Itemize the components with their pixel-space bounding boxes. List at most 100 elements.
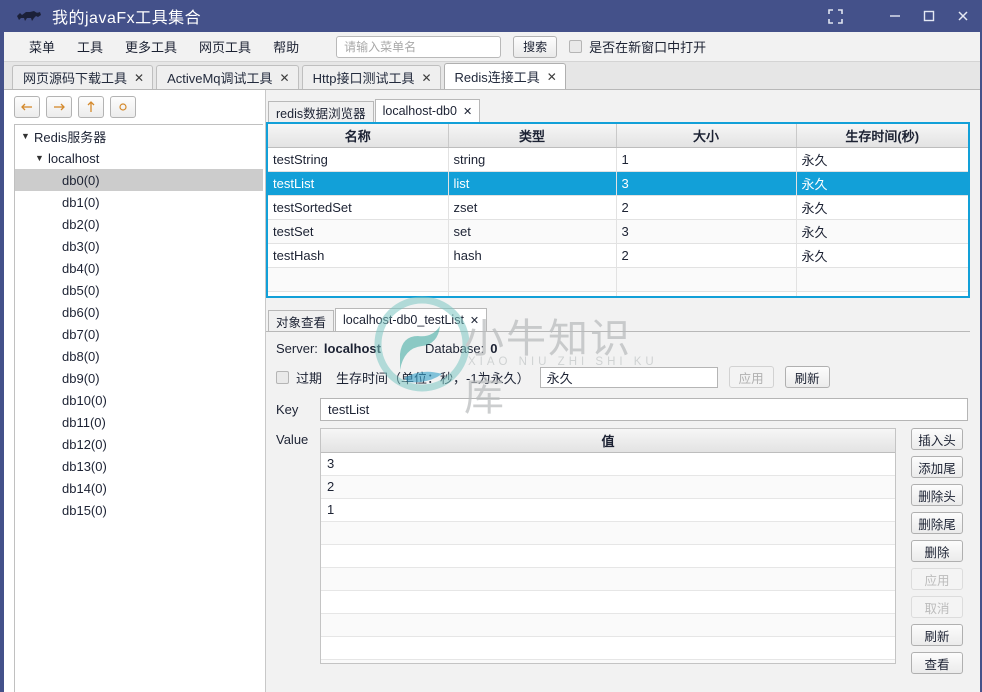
delete-button[interactable]: 删除 <box>911 540 963 562</box>
view-button[interactable]: 查看 <box>911 652 963 674</box>
cell-ttl: 永久 <box>796 219 968 244</box>
insert-head-button[interactable]: 插入头 <box>911 428 963 450</box>
tree-item-0[interactable]: ▼ Redis服务器 <box>15 125 263 147</box>
table-row[interactable] <box>268 267 968 292</box>
tree-item-8[interactable]: db6(0) <box>15 301 263 323</box>
keys-table-container[interactable]: 名称 类型 大小 生存时间(秒) testString string 1 永久 test… <box>266 122 970 298</box>
value-row-item[interactable] <box>321 613 895 637</box>
table-row[interactable]: testList list 3 永久 <box>268 171 968 196</box>
tree-item-13[interactable]: db11(0) <box>15 411 263 433</box>
bull-icon-svg <box>17 11 41 21</box>
value-row-item[interactable] <box>321 521 895 545</box>
application-window: 我的javaFx工具集合 菜单 工具 更多工具 网页工具 帮助 搜索 <box>0 0 982 692</box>
tree-item-3[interactable]: db1(0) <box>15 191 263 213</box>
ttl-input[interactable] <box>539 366 718 388</box>
detail-tab-0[interactable]: 对象查看 <box>268 310 335 331</box>
tree-item-11[interactable]: db9(0) <box>15 367 263 389</box>
tree-item-5[interactable]: db3(0) <box>15 235 263 257</box>
browser-tab-1[interactable]: localhost-db0 ✕ <box>374 99 481 122</box>
maximize-icon[interactable] <box>912 0 946 32</box>
value-column-header[interactable]: 值 <box>321 429 895 453</box>
close-icon[interactable] <box>946 0 980 32</box>
cell-size: 2 <box>616 195 797 220</box>
column-header-name[interactable]: 名称 <box>268 124 449 148</box>
forward-button[interactable] <box>46 96 72 118</box>
minimize-icon[interactable] <box>878 0 912 32</box>
value-row-item[interactable] <box>321 590 895 614</box>
close-icon[interactable]: ✕ <box>421 71 431 85</box>
search-button[interactable]: 搜索 <box>513 35 558 58</box>
table-row[interactable]: testSortedSet zset 2 永久 <box>268 195 968 220</box>
tree-item-10[interactable]: db8(0) <box>15 345 263 367</box>
tree-item-label: db0(0) <box>62 172 100 188</box>
tree-item-1[interactable]: ▼ localhost <box>15 147 263 169</box>
column-header-ttl[interactable]: 生存时间(秒) <box>796 124 968 148</box>
menu-search-input[interactable] <box>336 35 502 58</box>
tree-item-16[interactable]: db14(0) <box>15 477 263 499</box>
cancel-button[interactable]: 取消 <box>911 596 963 618</box>
fullscreen-icon[interactable] <box>818 0 852 32</box>
tool-tab-3[interactable]: Redis连接工具 ✕ <box>443 63 566 89</box>
refresh-button[interactable] <box>110 96 136 118</box>
tree-item-17[interactable]: db15(0) <box>15 499 263 521</box>
chevron-down-icon[interactable]: ▼ <box>35 153 48 163</box>
column-header-type[interactable]: 类型 <box>448 124 617 148</box>
expire-checkbox[interactable] <box>276 370 289 384</box>
browser-tab-0[interactable]: redis数据浏览器 <box>268 101 374 122</box>
value-table-container[interactable]: 值 321 <box>320 428 896 664</box>
table-row[interactable]: testSet set 3 永久 <box>268 219 968 244</box>
value-row-item[interactable]: 3 <box>321 452 895 476</box>
tree-item-9[interactable]: db7(0) <box>15 323 263 345</box>
checkbox-box[interactable] <box>569 40 583 53</box>
table-row[interactable] <box>268 291 968 296</box>
value-row-item[interactable] <box>321 567 895 591</box>
tool-tab-0[interactable]: 网页源码下载工具 ✕ <box>12 65 154 89</box>
value-row-item[interactable]: 1 <box>321 498 895 522</box>
tree-item-7[interactable]: db5(0) <box>15 279 263 301</box>
apply-button[interactable]: 应用 <box>911 568 963 590</box>
tool-tab-3-label: Redis连接工具 <box>454 70 540 85</box>
new-window-checkbox[interactable]: 是否在新窗口中打开 <box>569 37 706 56</box>
up-button[interactable] <box>78 96 104 118</box>
value-row-item[interactable] <box>321 544 895 568</box>
append-tail-button[interactable]: 添加尾 <box>911 456 963 478</box>
menu-item-3[interactable]: 网页工具 <box>188 33 262 60</box>
table-row[interactable]: testString string 1 永久 <box>268 147 968 172</box>
menu-item-4[interactable]: 帮助 <box>262 33 310 60</box>
tree-item-label: localhost <box>48 150 100 166</box>
back-button[interactable] <box>14 96 40 118</box>
key-input[interactable] <box>320 398 968 421</box>
tree-item-12[interactable]: db10(0) <box>15 389 263 411</box>
value-row-item[interactable]: 2 <box>321 475 895 499</box>
value-row-item[interactable] <box>321 659 895 663</box>
close-icon[interactable]: ✕ <box>463 105 472 118</box>
menu-item-1[interactable]: 工具 <box>66 33 114 60</box>
cell-ttl: 永久 <box>796 147 968 172</box>
tree-item-4[interactable]: db2(0) <box>15 213 263 235</box>
delete-tail-button[interactable]: 删除尾 <box>911 512 963 534</box>
menu-item-0[interactable]: 菜单 <box>18 33 66 60</box>
tool-tab-2[interactable]: Http接口测试工具 ✕ <box>301 65 441 89</box>
ttl-apply-button[interactable]: 应用 <box>728 366 774 388</box>
value-row-item[interactable] <box>321 636 895 660</box>
tree-item-6[interactable]: db4(0) <box>15 257 263 279</box>
tree-item-2[interactable]: db0(0) <box>15 169 263 191</box>
close-icon[interactable]: ✕ <box>470 314 479 327</box>
expire-label: 过期 <box>296 370 323 386</box>
delete-head-button[interactable]: 删除头 <box>911 484 963 506</box>
table-row[interactable]: testHash hash 2 永久 <box>268 243 968 268</box>
close-icon[interactable]: ✕ <box>547 70 557 84</box>
tree-item-15[interactable]: db13(0) <box>15 455 263 477</box>
browser-tab-0-label: redis数据浏览器 <box>276 106 366 121</box>
tool-tab-1[interactable]: ActiveMq调试工具 ✕ <box>156 65 299 89</box>
close-icon[interactable]: ✕ <box>280 71 290 85</box>
close-icon[interactable]: ✕ <box>134 71 144 85</box>
redis-server-tree[interactable]: ▼ Redis服务器 ▼ localhost db0(0) db1(0) db2(0) db3… <box>14 124 263 692</box>
refresh-button[interactable]: 刷新 <box>911 624 963 646</box>
menu-item-2[interactable]: 更多工具 <box>114 33 188 60</box>
detail-tab-1[interactable]: localhost-db0_testList ✕ <box>335 308 488 331</box>
chevron-down-icon[interactable]: ▼ <box>21 131 34 141</box>
column-header-size[interactable]: 大小 <box>616 124 797 148</box>
tree-item-14[interactable]: db12(0) <box>15 433 263 455</box>
ttl-refresh-button[interactable]: 刷新 <box>784 366 830 388</box>
